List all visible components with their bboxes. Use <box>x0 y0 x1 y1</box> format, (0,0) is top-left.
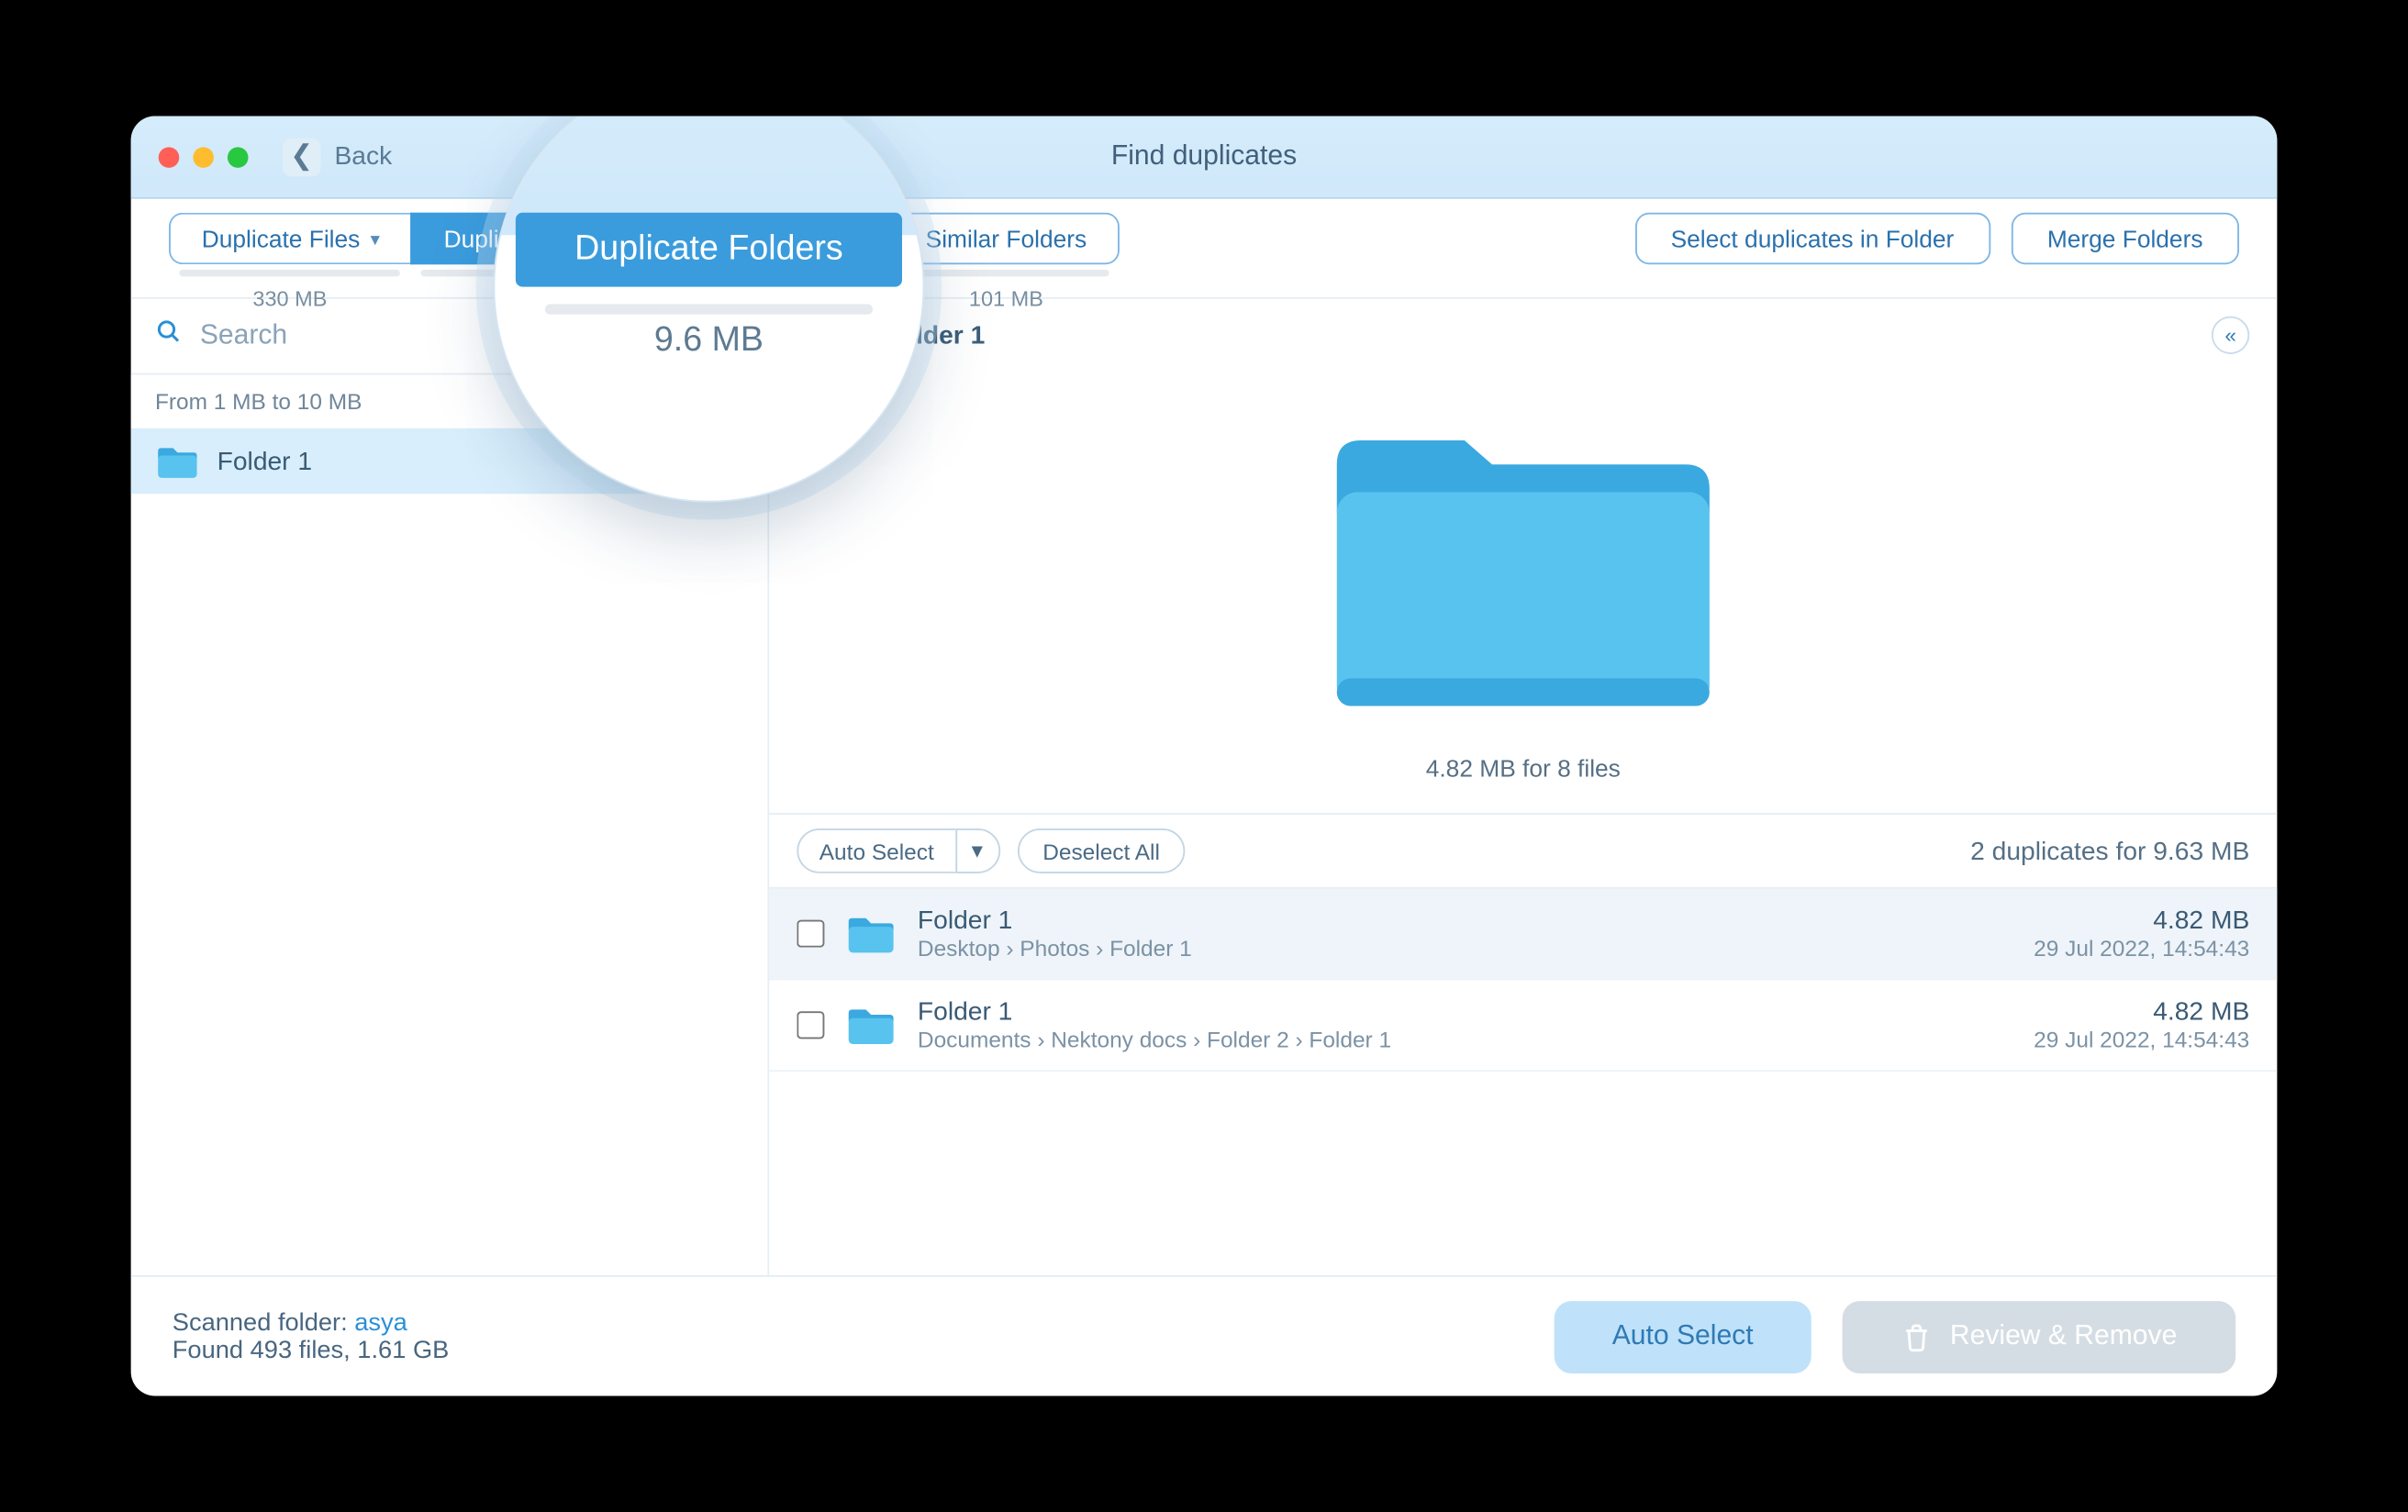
chevron-left-icon: ❮ <box>283 138 320 175</box>
titlebar: ❮ Back Find duplicates <box>131 117 2278 199</box>
duplicate-date: 29 Jul 2022, 14:54:43 <box>2034 1027 2249 1052</box>
search-icon <box>155 317 183 353</box>
scanned-folder-link[interactable]: asya <box>354 1309 407 1337</box>
auto-select-button[interactable]: Auto Select <box>797 828 954 873</box>
scan-summary: Scanned folder: asya Found 493 files, 1.… <box>173 1309 450 1364</box>
select-checkbox[interactable] <box>797 1011 824 1039</box>
lens-size-bar <box>545 304 873 314</box>
scan-stats: Found 493 files, 1.61 GB <box>173 1337 450 1364</box>
deselect-all-button[interactable]: Deselect All <box>1017 828 1186 873</box>
review-and-remove-button[interactable]: Review & Remove <box>1843 1300 2235 1373</box>
maximize-window-icon[interactable] <box>228 146 249 167</box>
folder-preview: 4.82 MB for 8 files <box>769 364 2277 813</box>
back-label: Back <box>334 142 392 172</box>
content: From 1 MB to 10 MB Folder 1 9.63 MB 2 Fo… <box>131 299 2278 1275</box>
toolbar: Duplicate Files ▾ 330 MB Duplicate Folde… <box>131 199 2278 299</box>
duplicate-path: Desktop › Photos › Folder 1 <box>918 936 1192 962</box>
duplicate-name: Folder 1 <box>918 906 1192 936</box>
folder-name: Folder 1 <box>217 447 574 476</box>
chevron-double-left-icon: « <box>2224 323 2236 347</box>
back-button[interactable]: ❮ Back <box>283 138 392 175</box>
review-remove-label: Review & Remove <box>1950 1321 2177 1352</box>
duplicates-count: 2 duplicates for 9.63 MB <box>1970 836 2249 865</box>
tab-progress-bar <box>903 270 1109 277</box>
duplicate-size: 4.82 MB <box>2034 997 2249 1027</box>
duplicate-date: 29 Jul 2022, 14:54:43 <box>2034 936 2249 962</box>
main-panel: Folder: Folder 1 « 4.82 MB for 8 files <box>769 299 2277 1275</box>
preview-summary: 4.82 MB for 8 files <box>1426 754 1621 782</box>
trash-icon <box>1901 1321 1933 1352</box>
merge-folders-button[interactable]: Merge Folders <box>2011 213 2239 264</box>
footer-auto-select-button[interactable]: Auto Select <box>1554 1300 1812 1373</box>
collapse-panel-button[interactable]: « <box>2212 317 2249 354</box>
folder-icon <box>155 442 200 480</box>
auto-select-menu-button[interactable]: ▾ <box>954 828 999 873</box>
tab-size-label: 330 MB <box>169 287 411 311</box>
duplicate-row[interactable]: Folder 1 Desktop › Photos › Folder 1 4.8… <box>769 889 2277 981</box>
chevron-down-icon: ▾ <box>371 228 380 250</box>
minimize-window-icon[interactable] <box>193 146 214 167</box>
lens-size-label: 9.6 MB <box>654 321 764 361</box>
tab-label: Duplicate Files <box>202 225 361 252</box>
folder-icon <box>845 1003 897 1048</box>
scanned-folder-label: Scanned folder: <box>173 1309 348 1337</box>
folder-large-icon <box>1316 395 1730 723</box>
preview-header: Folder: Folder 1 « <box>769 299 2277 364</box>
app-window: ❮ Back Find duplicates Duplicate Files ▾… <box>131 117 2278 1396</box>
tab-progress-bar <box>179 270 400 277</box>
lens-tab-label: Duplicate Folders <box>516 213 901 287</box>
tab-duplicate-files[interactable]: Duplicate Files ▾ <box>169 213 411 264</box>
duplicate-row[interactable]: Folder 1 Documents › Nektony docs › Fold… <box>769 980 2277 1072</box>
select-duplicates-in-folder-button[interactable]: Select duplicates in Folder <box>1634 213 1990 264</box>
chevron-down-icon: ▾ <box>972 837 983 862</box>
window-controls <box>159 146 249 167</box>
duplicate-path: Documents › Nektony docs › Folder 2 › Fo… <box>918 1027 1391 1052</box>
tab-label: Similar Folders <box>926 225 1087 252</box>
auto-select-split-button: Auto Select ▾ <box>797 828 999 873</box>
tab-similar-folders[interactable]: Similar Folders <box>893 213 1120 264</box>
duplicate-name: Folder 1 <box>918 997 1391 1027</box>
duplicate-size: 4.82 MB <box>2034 906 2249 936</box>
close-window-icon[interactable] <box>159 146 180 167</box>
window-title: Find duplicates <box>131 141 2278 172</box>
folder-icon <box>845 911 897 956</box>
duplicates-toolbar: Auto Select ▾ Deselect All 2 duplicates … <box>769 813 2277 889</box>
select-checkbox[interactable] <box>797 920 824 948</box>
footer: Scanned folder: asya Found 493 files, 1.… <box>131 1275 2278 1396</box>
